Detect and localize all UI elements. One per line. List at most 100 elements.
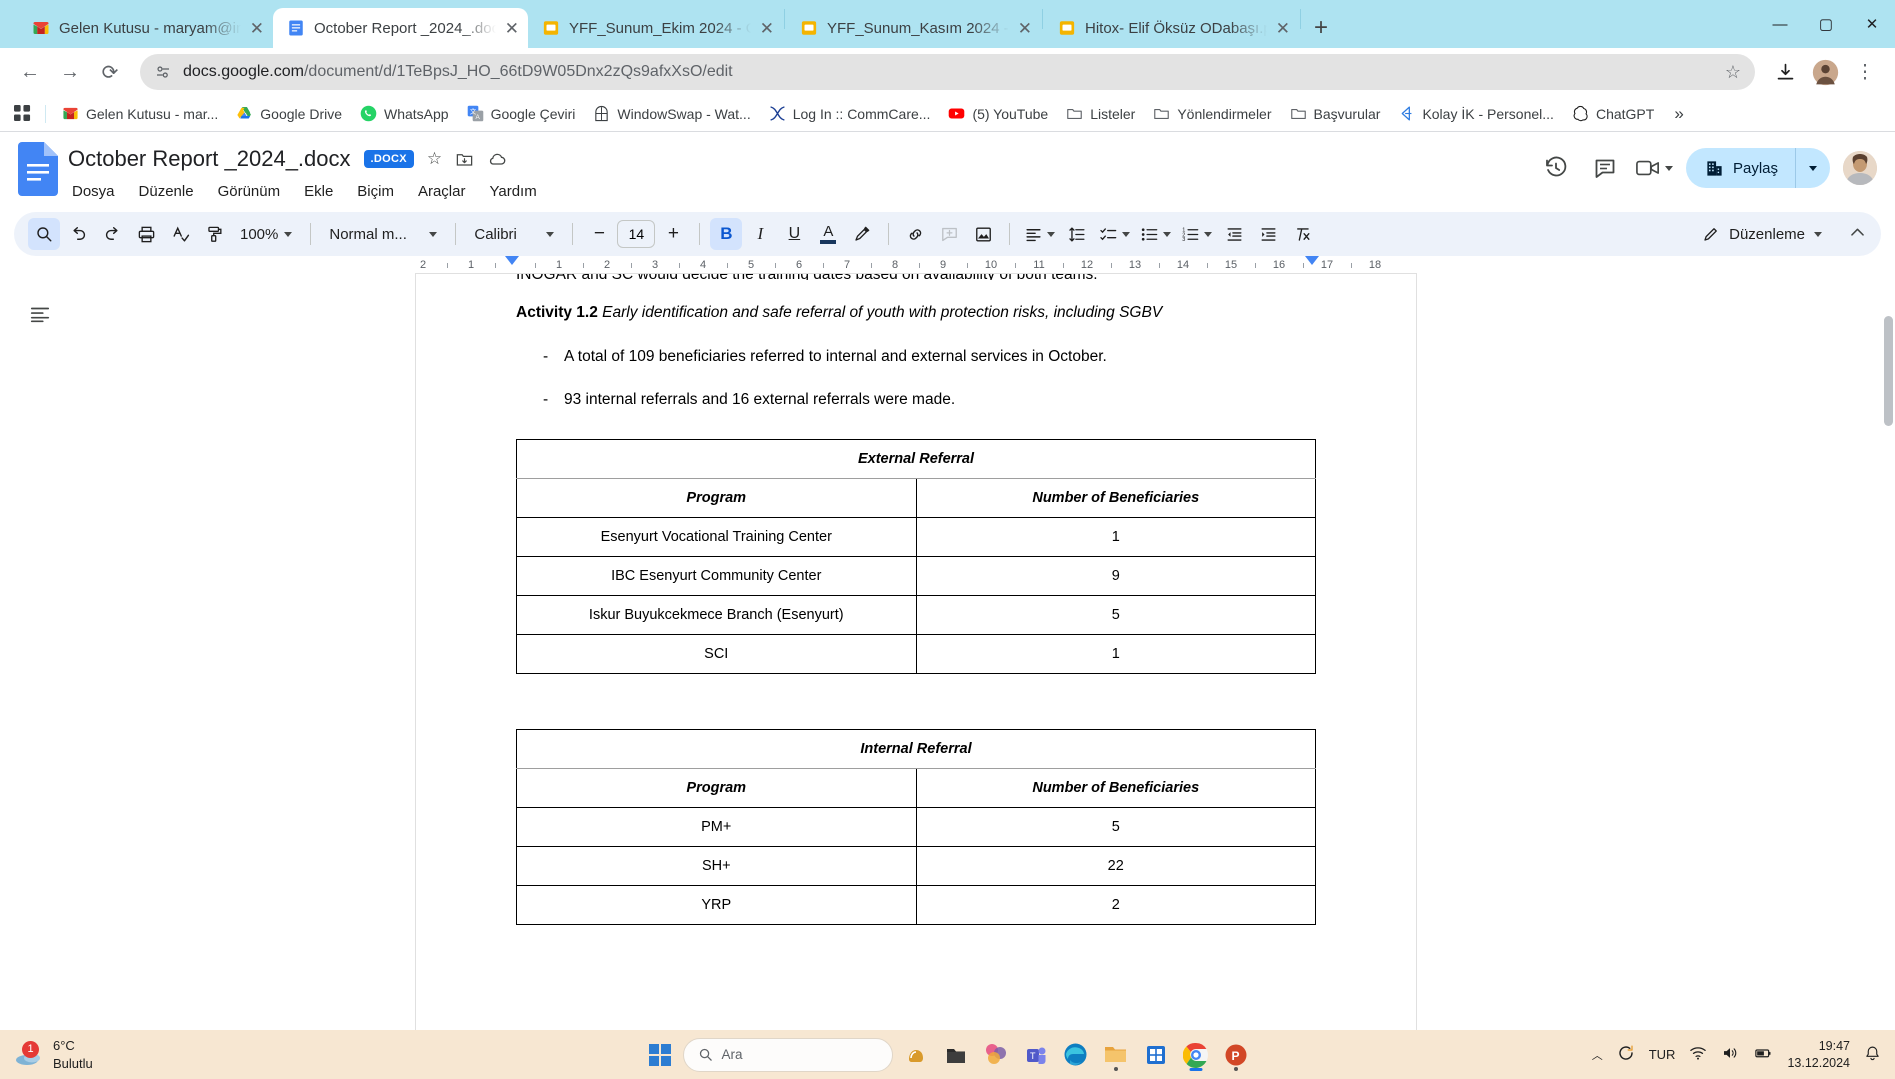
share-dropdown-button[interactable] (1795, 148, 1830, 188)
external-referral-table[interactable]: External Referral Program Number of Bene… (516, 439, 1316, 675)
copilot-icon[interactable] (899, 1038, 933, 1072)
align-dropdown[interactable] (1020, 218, 1059, 250)
file-explorer-dark-icon[interactable] (939, 1038, 973, 1072)
page-title[interactable]: October Report _2024_.docx (68, 146, 351, 172)
move-to-folder-icon[interactable] (455, 150, 474, 169)
bookmark-item-windowswap[interactable]: WindowSwap - Wat... (585, 101, 758, 126)
apps-grid-icon[interactable] (8, 101, 37, 126)
browser-tab[interactable]: Hitox- Elif Öksüz ODabaşı.pptx ✕ (1044, 8, 1299, 48)
insert-link-icon[interactable] (899, 218, 931, 250)
paragraph-style-dropdown[interactable]: Normal m... (321, 218, 445, 250)
checklist-dropdown[interactable] (1095, 218, 1134, 250)
bookmark-item-commcare[interactable]: Log In :: CommCare... (761, 101, 939, 126)
document-outline-icon[interactable] (20, 294, 60, 334)
bookmark-item-kolayik[interactable]: Kolay İK - Personel... (1390, 101, 1562, 126)
share-button[interactable]: Paylaş (1685, 148, 1830, 188)
highlight-icon[interactable] (846, 218, 878, 250)
font-family-dropdown[interactable]: Calibri (466, 218, 562, 250)
numbered-list-dropdown[interactable]: 123 (1177, 218, 1216, 250)
tray-overflow-icon[interactable]: ︿ (1592, 1047, 1603, 1063)
clear-formatting-icon[interactable] (1286, 218, 1318, 250)
edge-icon[interactable] (1059, 1038, 1093, 1072)
line-spacing-icon[interactable] (1061, 218, 1093, 250)
site-settings-icon[interactable] (154, 63, 172, 81)
weather-widget[interactable]: 1 6°C Bulutlu (14, 1037, 93, 1072)
comment-icon[interactable] (1587, 150, 1623, 186)
bookmark-star-icon[interactable]: ☆ (1725, 62, 1741, 83)
paint-format-icon[interactable] (198, 218, 230, 250)
internal-referral-table[interactable]: Internal Referral Program Number of Bene… (516, 729, 1316, 926)
chevron-down-icon[interactable] (1664, 165, 1673, 171)
maximize-button[interactable]: ▢ (1803, 0, 1849, 48)
microsoft-store-icon[interactable] (1139, 1038, 1173, 1072)
text-color-button[interactable]: A (812, 218, 844, 250)
redo-icon[interactable] (96, 218, 128, 250)
bookmark-item-yonlendirmeler[interactable]: Yönlendirmeler (1145, 101, 1279, 126)
star-icon[interactable]: ☆ (427, 149, 442, 169)
underline-button[interactable]: U (778, 218, 810, 250)
menu-araclar[interactable]: Araçlar (414, 181, 470, 202)
search-icon[interactable] (28, 218, 60, 250)
menu-duzenle[interactable]: Düzenle (135, 181, 198, 202)
right-indent-marker[interactable] (1305, 256, 1319, 265)
close-window-button[interactable]: ✕ (1849, 0, 1895, 48)
bold-button[interactable]: B (710, 218, 743, 250)
taskbar-clock[interactable]: 19:47 13.12.2024 (1787, 1038, 1850, 1072)
powerpoint-icon[interactable]: P (1219, 1038, 1253, 1072)
language-indicator[interactable]: TUR (1649, 1047, 1676, 1062)
font-size-input[interactable]: 14 (617, 220, 656, 248)
tab-close-icon[interactable]: ✕ (1276, 20, 1290, 37)
menu-gorunum[interactable]: Görünüm (214, 181, 285, 202)
tab-close-icon[interactable]: ✕ (1018, 20, 1032, 37)
address-bar[interactable]: docs.google.com/document/d/1TeBpsJ_HO_66… (140, 54, 1755, 90)
notification-bell-icon[interactable] (1864, 1045, 1881, 1065)
teams-icon[interactable]: T (1019, 1038, 1053, 1072)
horizontal-ruler[interactable]: 2 1 1 2 3 4 5 6 7 8 9 10 11 12 13 14 15 (416, 256, 1895, 274)
chrome-icon[interactable] (1179, 1038, 1213, 1072)
tab-close-icon[interactable]: ✕ (505, 20, 519, 37)
forward-button[interactable]: → (52, 54, 88, 90)
profile-avatar-icon[interactable] (1807, 54, 1843, 90)
increase-indent-icon[interactable] (1252, 218, 1284, 250)
decrease-font-size-button[interactable]: − (583, 218, 615, 250)
windows-start-icon[interactable] (643, 1038, 677, 1072)
share-button-main[interactable]: Paylaş (1686, 148, 1795, 188)
zoom-level-dropdown[interactable]: 100% (232, 218, 300, 250)
decrease-indent-icon[interactable] (1218, 218, 1250, 250)
wifi-icon[interactable] (1689, 1044, 1707, 1065)
browser-menu-button[interactable]: ⋮ (1847, 54, 1883, 90)
editing-mode-button[interactable]: Düzenleme (1692, 225, 1832, 243)
bookmarks-overflow-button[interactable]: » (1674, 104, 1683, 124)
minimize-button[interactable]: — (1757, 0, 1803, 48)
undo-icon[interactable] (62, 218, 94, 250)
browser-tab[interactable]: YFF_Sunum_Ekim 2024 - Google ✕ (528, 8, 783, 48)
bookmark-item-youtube[interactable]: (5) YouTube (940, 101, 1056, 126)
italic-button[interactable]: I (744, 218, 776, 250)
browser-tab[interactable]: Gelen Kutusu - maryam@inoga ✕ (18, 8, 273, 48)
download-icon[interactable] (1767, 54, 1803, 90)
new-tab-button[interactable]: + (1302, 16, 1340, 48)
back-button[interactable]: ← (12, 54, 48, 90)
tab-close-icon[interactable]: ✕ (760, 20, 774, 37)
bookmark-item-gmail[interactable]: Gelen Kutusu - mar... (54, 101, 226, 126)
user-avatar[interactable] (1843, 151, 1877, 185)
add-comment-icon[interactable] (933, 218, 965, 250)
volume-icon[interactable] (1721, 1044, 1739, 1065)
bulleted-list-dropdown[interactable] (1136, 218, 1175, 250)
menu-yardim[interactable]: Yardım (485, 181, 540, 202)
menu-dosya[interactable]: Dosya (68, 181, 119, 202)
insert-image-icon[interactable] (967, 218, 999, 250)
bookmark-item-chatgpt[interactable]: ChatGPT (1564, 101, 1662, 126)
browser-tab-active[interactable]: October Report _2024_.docx - G ✕ (273, 8, 528, 48)
vertical-scrollbar[interactable] (1884, 316, 1893, 426)
google-meet-icon[interactable] (1636, 150, 1673, 186)
bookmark-item-listeler[interactable]: Listeler (1058, 101, 1143, 126)
bookmark-item-basvurular[interactable]: Başvurular (1282, 101, 1389, 126)
document-body[interactable]: INOGAR and SC would decide the training … (516, 274, 1316, 926)
browser-tab[interactable]: YFF_Sunum_Kasım 2024 - Goog ✕ (786, 8, 1041, 48)
reload-button[interactable]: ⟳ (92, 54, 128, 90)
bookmark-item-whatsapp[interactable]: WhatsApp (352, 101, 457, 126)
sync-icon[interactable] (1617, 1044, 1635, 1065)
version-history-icon[interactable] (1538, 150, 1574, 186)
menu-ekle[interactable]: Ekle (300, 181, 337, 202)
